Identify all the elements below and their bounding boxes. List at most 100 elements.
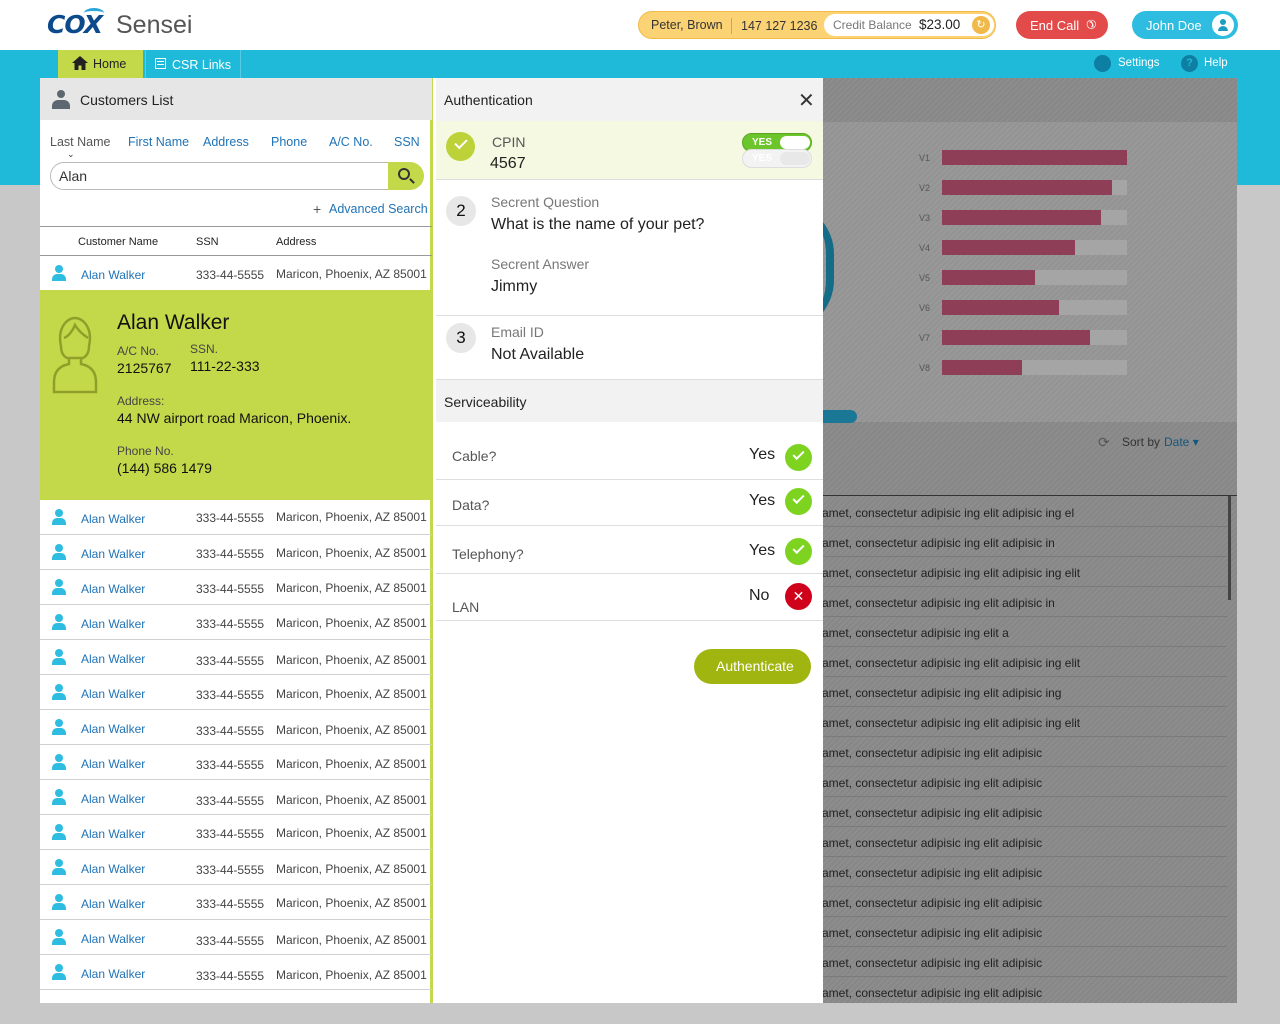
tab-csr-links[interactable]: CSR Links [145,50,241,78]
customer-name-link[interactable]: Alan Walker [81,268,145,282]
authenticate-button[interactable]: Authenticate [694,649,811,684]
list-item: amet, consectetur adipisic ing elit adip… [822,737,1227,767]
customer-name-link[interactable]: Alan Walker [81,722,145,736]
customer-address: Maricon, Phoenix, AZ 85001 [276,510,427,524]
refresh-icon[interactable]: ⟳ [1098,434,1110,451]
close-icon[interactable]: ✕ [798,88,815,113]
refresh-balance-icon[interactable]: ↻ [972,16,990,34]
customer-name-link[interactable]: Alan Walker [81,862,145,876]
toggle-label: YES [752,137,773,148]
customer-icon [52,509,66,525]
table-row[interactable]: Alan Walker 333-44-5555 Maricon, Phoenix, … [40,535,432,570]
phone-value: (144) 586 1479 [117,460,212,476]
customer-icon [52,684,66,700]
customer-icon [52,754,66,770]
table-row[interactable]: Alan Walker 333-44-5555 Maricon, Phoenix, … [40,675,432,710]
bar [942,240,1075,255]
table-row[interactable]: Alan Walker 333-44-5555 Maricon, Phoenix, … [40,920,432,955]
question-label: Secrent Question [491,194,600,210]
table-row[interactable]: Alan Walker 333-44-5555 Maricon, Phoenix, … [40,640,432,675]
customer-name-link[interactable]: Alan Walker [81,512,145,526]
customer-address: Maricon, Phoenix, AZ 85001 [276,546,427,560]
sort-by-value[interactable]: Date ▾ [1164,435,1199,449]
customer-ssn: 333-44-5555 [196,547,265,561]
bar [942,180,1112,195]
search-input[interactable] [59,167,379,185]
filter-ac-no[interactable]: A/C No. [329,135,373,149]
end-call-label: End Call [1030,18,1080,33]
customer-name-link[interactable]: Alan Walker [81,792,145,806]
table-row[interactable]: Alan Walker 333-44-5555 Maricon, Phoenix, … [40,780,432,815]
column-ssn[interactable]: SSN [196,236,219,248]
filter-ssn[interactable]: SSN [394,135,420,149]
customer-address: Maricon, Phoenix, AZ 85001 [276,862,427,876]
progress-bar-fragment [822,410,857,423]
table-row[interactable]: Alan Walker 333-44-5555 Maricon, Phoenix, … [40,955,432,990]
table-row[interactable]: Alan Walker 333-44-5555 Maricon, Phoenix, … [40,710,432,745]
customer-name-link[interactable]: Alan Walker [81,687,145,701]
customer-name-link[interactable]: Alan Walker [81,897,145,911]
service-name: Data? [452,497,490,513]
selected-customer-card[interactable]: Alan Walker A/C No. 2125767 SSN. 111-22-… [40,290,432,500]
user-menu-button[interactable]: John Doe [1132,11,1238,39]
bar-track [942,330,1127,345]
table-row[interactable]: Alan Walker 333-44-5555 Maricon, Phoenix, … [40,815,432,850]
list-item-text: amet, consectetur adipisic ing elit adip… [822,896,1043,910]
search-icon [398,168,410,180]
customer-avatar-icon [52,316,98,394]
table-row[interactable]: Alan Walker 333-44-5555 Maricon, Phoenix, … [40,500,432,535]
list-item: amet, consectetur adipisic ing elit adip… [822,887,1227,917]
customer-icon [52,859,66,875]
customer-name-link[interactable]: Alan Walker [81,582,145,596]
table-row[interactable]: Alan Walker 333-44-5555 Maricon, Phoenix, … [40,850,432,885]
customer-name-link[interactable]: Alan Walker [81,547,145,561]
table-row[interactable]: Alan Walker 333-44-5555 Maricon, Phoenix, … [40,745,432,780]
question-verified-toggle[interactable]: YES [742,149,812,168]
security-question-section: 2 Secrent Question What is the name of y… [436,149,823,316]
filter-phone[interactable]: Phone [271,135,307,149]
column-address[interactable]: Address [276,236,316,248]
table-row[interactable]: Alan Walker 333-44-5555 Maricon, Phoenix, … [40,885,432,920]
filter-address[interactable]: Address [203,135,249,149]
tab-csr-links-label: CSR Links [172,58,232,72]
table-row[interactable]: Alan Walker 333-44-5555 Maricon, Phoenix, … [40,256,432,291]
table-row[interactable]: Alan Walker 333-44-5555 Maricon, Phoenix, … [40,605,432,640]
tab-home[interactable]: Home [58,50,143,78]
list-item-text: amet, consectetur adipisic ing elit adip… [822,536,1055,550]
list-item-text: amet, consectetur adipisic ing elit adip… [822,686,1062,700]
service-name: LAN [452,599,480,615]
customer-ssn: 333-44-5555 [196,582,265,596]
filter-last-name[interactable]: Last Name [50,135,110,149]
credit-balance: Credit Balance $23.00 ↻ [824,14,994,36]
customer-icon [52,544,66,560]
close-icon: ✕ [785,583,812,610]
phone-icon: ✆ [1082,15,1100,33]
scrollbar[interactable] [1228,496,1231,600]
question-value: What is the name of your pet? [491,216,705,233]
answer-value: Jimmy [491,278,538,295]
customer-name-link[interactable]: Alan Walker [81,617,145,631]
search-button[interactable] [388,162,424,190]
customer-name-link[interactable]: Alan Walker [81,652,145,666]
customer-address: Maricon, Phoenix, AZ 85001 [276,757,427,771]
end-call-button[interactable]: End Call ✆ [1016,11,1108,39]
list-item-text: amet, consectetur adipisic ing elit adip… [822,956,1043,970]
customer-name-link[interactable]: Alan Walker [81,757,145,771]
column-customer-name[interactable]: Customer Name [78,236,158,248]
filter-first-name[interactable]: First Name [128,135,189,149]
bar-track [942,180,1127,195]
customer-address: Maricon, Phoenix, AZ 85001 [276,687,427,701]
service-value: Yes [749,446,776,463]
customer-icon [52,824,66,840]
customer-name-link[interactable]: Alan Walker [81,967,145,981]
customer-name-link[interactable]: Alan Walker [81,932,145,946]
customer-icon [52,579,66,595]
workspace: V1 V2 V3 V4 V5 V6 V7 V8 ⟳ Sort by Date ▾ amet, … [40,78,1237,1003]
customer-name-link[interactable]: Alan Walker [81,827,145,841]
ssn-value: 111-22-333 [190,358,260,374]
customer-icon [52,649,66,665]
email-label: Email ID [491,324,544,340]
customer-address: Maricon, Phoenix, AZ 85001 [276,581,427,595]
list-item: amet, consectetur adipisic ing elit adip… [822,977,1227,1003]
table-row[interactable]: Alan Walker 333-44-5555 Maricon, Phoenix, … [40,570,432,605]
